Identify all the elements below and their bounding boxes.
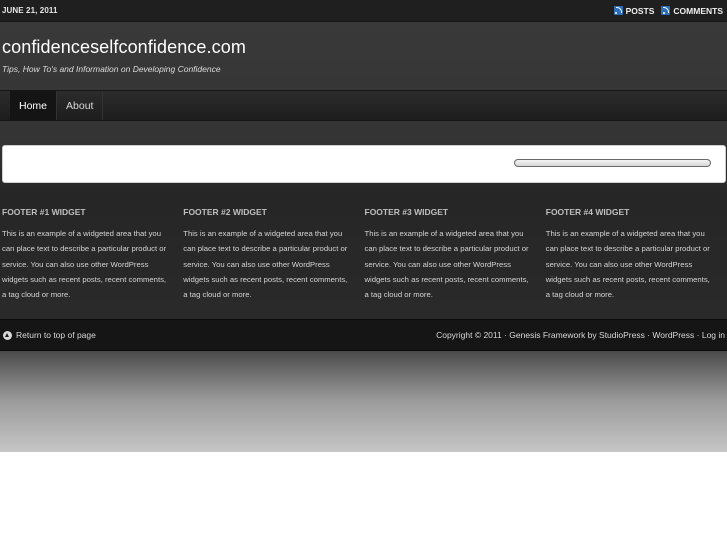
nav-item-home[interactable]: Home	[10, 91, 58, 120]
site-description: Tips, How To's and Information on Develo…	[2, 64, 221, 74]
rss-icon	[661, 6, 671, 15]
copyright-text: Copyright © 2011 · Genesis Framework by …	[436, 330, 725, 340]
arrow-up-icon	[3, 330, 12, 340]
posts-feed-label: POSTS	[625, 5, 655, 16]
comments-feed-label: COMMENTS	[673, 5, 723, 16]
main-nav: Home About	[0, 90, 727, 121]
widget-text: This is an example of a widgeted area th…	[2, 229, 167, 300]
widget-text: This is an example of a widgeted area th…	[545, 229, 710, 300]
site-title[interactable]: confidenceselfconfidence.com	[2, 37, 246, 58]
back-to-top-label: Return to top of page	[16, 330, 96, 340]
widget-title: FOOTER #1 WIDGET	[2, 207, 86, 217]
date-label: JUNE 21, 2011	[2, 6, 58, 15]
site-header: confidenceselfconfidence.com Tips, How T…	[2, 37, 246, 74]
rss-icon	[613, 6, 623, 15]
feed-links: POSTS COMMENTS	[613, 5, 723, 16]
widget-title: FOOTER #3 WIDGET	[364, 207, 449, 217]
footer-widget-2: FOOTER #2 WIDGET This is an example of a…	[183, 207, 364, 302]
widget-text: This is an example of a widgeted area th…	[183, 229, 348, 300]
footer-widgets: FOOTER #1 WIDGET This is an example of a…	[2, 207, 727, 302]
footer-widget-4: FOOTER #4 WIDGET This is an example of a…	[546, 207, 727, 302]
widget-text: This is an example of a widgeted area th…	[364, 229, 529, 300]
footer-widget-3: FOOTER #3 WIDGET This is an example of a…	[365, 207, 546, 302]
footer-widget-1: FOOTER #1 WIDGET This is an example of a…	[2, 207, 183, 302]
widget-title: FOOTER #4 WIDGET	[545, 207, 630, 217]
nav-item-about[interactable]: About	[57, 91, 104, 120]
search-input[interactable]	[514, 159, 711, 167]
comments-feed-link[interactable]: COMMENTS	[661, 6, 723, 16]
top-bar: JUNE 21, 2011 POSTS COMMENTS	[0, 0, 727, 22]
posts-feed-link[interactable]: POSTS	[613, 5, 655, 16]
back-to-top-link[interactable]: Return to top of page	[3, 330, 96, 340]
site-footer: Return to top of page Copyright © 2011 ·…	[0, 319, 727, 351]
widget-title: FOOTER #2 WIDGET	[183, 207, 267, 217]
